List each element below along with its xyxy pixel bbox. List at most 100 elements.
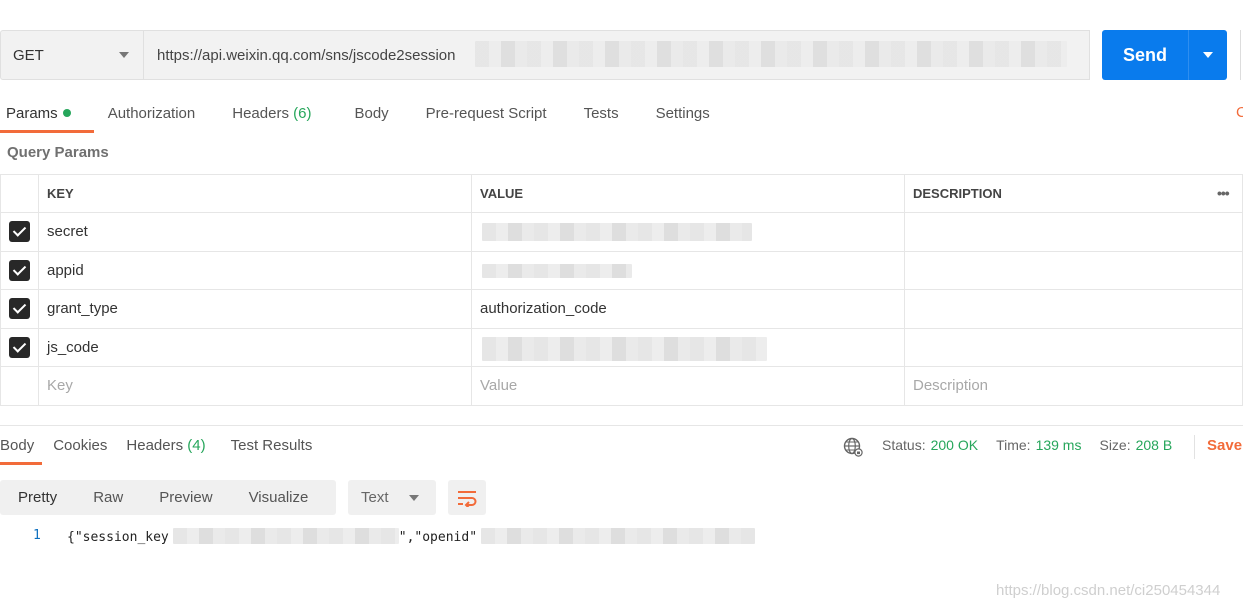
param-description-cell[interactable] bbox=[904, 289, 1243, 329]
tab-settings[interactable]: Settings bbox=[656, 100, 710, 134]
view-preview-button[interactable]: Preview bbox=[141, 480, 230, 515]
param-key-cell[interactable]: appid bbox=[38, 250, 472, 290]
send-label: Send bbox=[1122, 44, 1167, 65]
param-value-cell[interactable] bbox=[471, 212, 905, 252]
active-tab-indicator bbox=[0, 130, 94, 133]
response-active-tab-indicator bbox=[0, 462, 42, 465]
table-row-new: Key Value Description bbox=[0, 366, 1243, 406]
new-description-input[interactable]: Description bbox=[904, 366, 1243, 406]
query-params-title: Query Params bbox=[7, 144, 109, 161]
method-select[interactable]: GET bbox=[0, 30, 144, 80]
param-value-cell[interactable] bbox=[471, 250, 905, 290]
row-checkbox-cell bbox=[0, 250, 39, 290]
tab-authorization-label: Authorization bbox=[107, 105, 196, 122]
send-options-button[interactable] bbox=[1189, 52, 1227, 58]
tab-params-label: Params bbox=[6, 105, 58, 122]
chevron-down-icon bbox=[1203, 52, 1213, 58]
table-row: secret bbox=[0, 212, 1243, 252]
param-key-cell[interactable]: secret bbox=[38, 212, 472, 252]
more-options-icon[interactable]: ••• bbox=[1217, 185, 1242, 201]
time-label: Time: bbox=[996, 437, 1031, 453]
column-header-description-label: DESCRIPTION bbox=[913, 186, 1002, 201]
tab-prerequest-label: Pre-request Script bbox=[425, 105, 547, 122]
globe-network-icon[interactable] bbox=[843, 437, 863, 457]
new-value-input[interactable]: Value bbox=[471, 366, 905, 406]
params-active-dot-icon bbox=[62, 109, 71, 117]
view-mode-group: Pretty Raw Preview Visualize bbox=[0, 480, 336, 515]
tab-authorization[interactable]: Authorization bbox=[108, 100, 196, 134]
param-description-cell[interactable] bbox=[904, 212, 1243, 252]
row-checkbox-cell bbox=[0, 289, 39, 329]
chevron-down-icon bbox=[409, 495, 419, 501]
view-visualize-button[interactable]: Visualize bbox=[231, 480, 327, 515]
response-tab-test-results[interactable]: Test Results bbox=[231, 434, 313, 464]
table-row: js_code bbox=[0, 327, 1243, 367]
status-label: Status: bbox=[882, 437, 926, 453]
wrap-lines-button[interactable] bbox=[448, 480, 486, 515]
view-raw-button[interactable]: Raw bbox=[75, 480, 141, 515]
row-checkbox-cell bbox=[0, 212, 39, 252]
param-description-cell[interactable] bbox=[904, 250, 1243, 290]
status-value[interactable]: 200 OK bbox=[931, 437, 978, 453]
tab-tests-label: Tests bbox=[583, 105, 619, 122]
wrap-lines-icon bbox=[458, 490, 477, 507]
column-header-description: DESCRIPTION ••• bbox=[904, 174, 1243, 213]
response-tab-headers[interactable]: Headers (4) bbox=[126, 434, 205, 464]
response-code-text[interactable]: {"session_key ","openid" bbox=[67, 528, 756, 545]
response-tab-cookies[interactable]: Cookies bbox=[53, 434, 107, 464]
row-checkbox-cell bbox=[0, 327, 39, 367]
response-headers-count: (4) bbox=[187, 437, 206, 454]
param-description-cell[interactable] bbox=[904, 327, 1243, 367]
tab-body[interactable]: Body bbox=[354, 100, 388, 134]
response-meta: Status: 200 OK Time: 139 ms Size: 208 B bbox=[882, 437, 1190, 453]
row-checkbox[interactable] bbox=[9, 221, 30, 243]
cookies-link[interactable]: C bbox=[1236, 104, 1243, 121]
chevron-down-icon bbox=[119, 52, 129, 58]
save-response-button[interactable]: Save bbox=[1207, 437, 1242, 454]
request-tabs: Params Authorization Headers (6) Body Pr… bbox=[6, 100, 747, 134]
column-header-value: VALUE bbox=[471, 174, 905, 213]
time-value[interactable]: 139 ms bbox=[1036, 437, 1082, 453]
response-tab-body[interactable]: Body bbox=[0, 434, 34, 464]
tab-headers-label: Headers bbox=[232, 105, 289, 122]
tab-body-label: Body bbox=[354, 105, 389, 122]
size-label: Size: bbox=[1099, 437, 1131, 453]
row-checkbox[interactable] bbox=[9, 259, 30, 281]
tab-tests[interactable]: Tests bbox=[584, 100, 619, 134]
format-select[interactable]: Text bbox=[348, 480, 436, 515]
query-params-table: KEY VALUE DESCRIPTION ••• secret appid g… bbox=[0, 174, 1243, 406]
param-key-cell[interactable]: js_code bbox=[38, 327, 472, 367]
tab-params[interactable]: Params bbox=[6, 100, 71, 134]
redacted-value bbox=[482, 263, 632, 278]
param-key-cell[interactable]: grant_type bbox=[38, 289, 472, 329]
size-value[interactable]: 208 B bbox=[1136, 437, 1173, 453]
row-checkbox[interactable] bbox=[9, 336, 30, 358]
code-part-openid: ","openid" bbox=[398, 530, 478, 545]
header-check-cell bbox=[0, 174, 39, 213]
response-tab-headers-label: Headers bbox=[126, 437, 184, 454]
response-divider bbox=[0, 425, 1243, 426]
redacted-openid bbox=[481, 528, 756, 544]
view-pretty-button[interactable]: Pretty bbox=[0, 480, 75, 515]
tab-prerequest-script[interactable]: Pre-request Script bbox=[426, 100, 547, 134]
param-value-cell[interactable]: authorization_code bbox=[471, 289, 905, 329]
method-label: GET bbox=[13, 46, 44, 64]
row-checkbox[interactable] bbox=[9, 298, 30, 320]
column-header-key: KEY bbox=[38, 174, 472, 213]
url-redacted-block bbox=[475, 41, 1067, 67]
send-button[interactable]: Send bbox=[1102, 30, 1227, 80]
line-number: 1 bbox=[33, 528, 41, 543]
url-text: https://api.weixin.qq.com/sns/jscode2ses… bbox=[157, 46, 456, 64]
table-row: grant_type authorization_code bbox=[0, 289, 1243, 329]
new-key-input[interactable]: Key bbox=[38, 366, 472, 406]
redacted-value bbox=[482, 336, 767, 361]
size-group: Size: 208 B bbox=[1099, 437, 1172, 453]
tab-headers[interactable]: Headers (6) bbox=[232, 100, 311, 134]
param-value-cell[interactable] bbox=[471, 327, 905, 367]
redacted-value bbox=[482, 223, 752, 241]
watermark-text: https://blog.csdn.net/ci250454344 bbox=[996, 582, 1221, 599]
tab-settings-label: Settings bbox=[655, 105, 710, 122]
format-label: Text bbox=[361, 489, 389, 506]
code-part-session-key: {"session_key bbox=[67, 530, 169, 545]
status-group: Status: 200 OK bbox=[882, 437, 978, 453]
